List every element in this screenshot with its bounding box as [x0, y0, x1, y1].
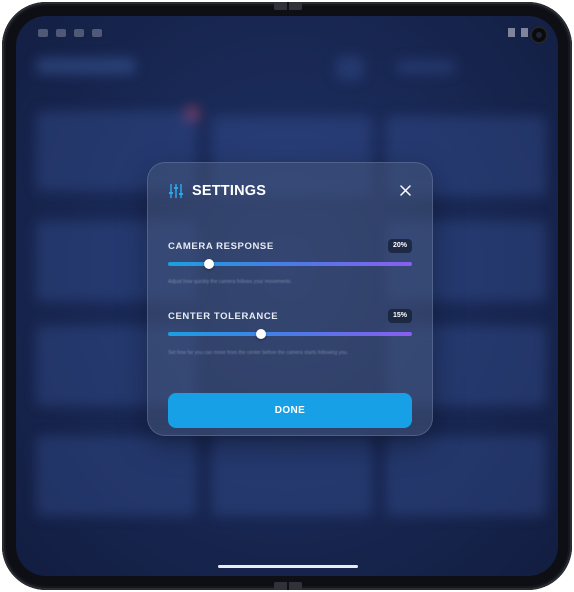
close-icon	[399, 184, 411, 196]
battery-icon	[521, 28, 528, 37]
front-camera	[532, 28, 546, 42]
close-button[interactable]	[398, 183, 412, 197]
camera-response-slider-thumb[interactable]	[204, 259, 215, 269]
camera-response-label: CAMERA RESPONSE	[168, 241, 274, 252]
center-tolerance-slider-thumb[interactable]	[255, 329, 266, 339]
camera-response-slider[interactable]	[168, 259, 412, 269]
camera-response-description: Adjust how quickly the camera follows yo…	[168, 279, 292, 285]
center-tolerance-slider[interactable]	[168, 329, 412, 339]
status-bar	[16, 16, 558, 52]
done-button[interactable]: DONE	[168, 393, 412, 428]
device-screen: SETTINGS CAMERA RESPONSE 20% Adjust how …	[16, 16, 558, 576]
modal-header: SETTINGS	[168, 183, 266, 199]
center-tolerance-description: Set how far you can move from the center…	[168, 350, 349, 356]
status-icons-left	[38, 29, 102, 37]
settings-modal: SETTINGS CAMERA RESPONSE 20% Adjust how …	[147, 162, 433, 436]
center-tolerance-label: CENTER TOLERANCE	[168, 311, 279, 322]
camera-response-value-badge: 20%	[387, 239, 412, 253]
home-indicator[interactable]	[218, 565, 358, 568]
hinge-bottom	[274, 582, 302, 590]
foldable-device-frame: SETTINGS CAMERA RESPONSE 20% Adjust how …	[2, 2, 572, 590]
status-icons-right	[508, 28, 528, 37]
wifi-icon	[508, 28, 515, 37]
center-tolerance-value-badge: 15%	[387, 309, 412, 323]
sliders-icon	[169, 183, 183, 199]
modal-title: SETTINGS	[192, 183, 267, 199]
hinge-top	[274, 2, 302, 10]
